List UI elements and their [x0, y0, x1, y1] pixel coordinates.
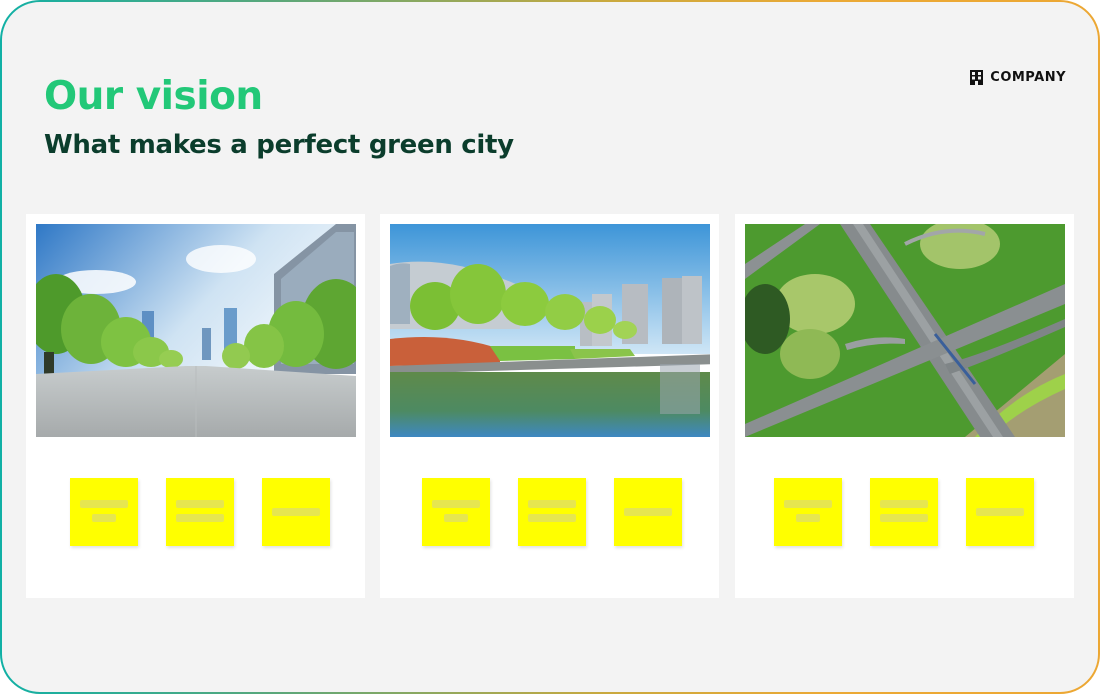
vision-card[interactable]	[735, 214, 1074, 598]
sticky-notes-group	[26, 478, 365, 546]
placeholder-line	[880, 514, 928, 522]
slide-frame: Our vision What makes a perfect green ci…	[0, 0, 1100, 694]
placeholder-line	[176, 514, 224, 522]
sticky-note[interactable]	[614, 478, 682, 546]
vision-card[interactable]	[380, 214, 719, 598]
placeholder-line	[528, 514, 576, 522]
subtitle-highlight: green city	[368, 130, 514, 162]
sticky-note[interactable]	[422, 478, 490, 546]
sticky-notes-group	[380, 478, 719, 546]
sticky-note[interactable]	[166, 478, 234, 546]
aerial-highway-park-photo	[745, 224, 1065, 437]
sticky-note[interactable]	[262, 478, 330, 546]
page-title: Our vision	[44, 74, 263, 119]
placeholder-line	[624, 508, 672, 516]
sticky-notes-group	[735, 478, 1074, 546]
subtitle-prefix: What makes a perfect	[44, 130, 369, 160]
placeholder-line	[976, 508, 1024, 516]
sticky-note[interactable]	[518, 478, 586, 546]
company-logo: COMPANY	[970, 70, 1066, 85]
subtitle-highlight-text: green city	[368, 130, 514, 160]
placeholder-line	[176, 500, 224, 508]
placeholder-line	[80, 500, 128, 508]
placeholder-line	[92, 514, 116, 522]
vision-card[interactable]	[26, 214, 365, 598]
building-icon	[970, 70, 984, 85]
placeholder-line	[272, 508, 320, 516]
company-name: COMPANY	[990, 70, 1066, 85]
sticky-note[interactable]	[774, 478, 842, 546]
placeholder-line	[444, 514, 468, 522]
sticky-note[interactable]	[70, 478, 138, 546]
slide-canvas: Our vision What makes a perfect green ci…	[2, 2, 1098, 692]
placeholder-line	[432, 500, 480, 508]
placeholder-line	[528, 500, 576, 508]
sticky-note[interactable]	[870, 478, 938, 546]
riverside-park-photo	[390, 224, 710, 437]
placeholder-line	[784, 500, 832, 508]
page-subtitle: What makes a perfect green city	[44, 130, 514, 162]
placeholder-line	[796, 514, 820, 522]
tree-lined-plaza-photo	[36, 224, 356, 437]
sticky-note[interactable]	[966, 478, 1034, 546]
placeholder-line	[880, 500, 928, 508]
